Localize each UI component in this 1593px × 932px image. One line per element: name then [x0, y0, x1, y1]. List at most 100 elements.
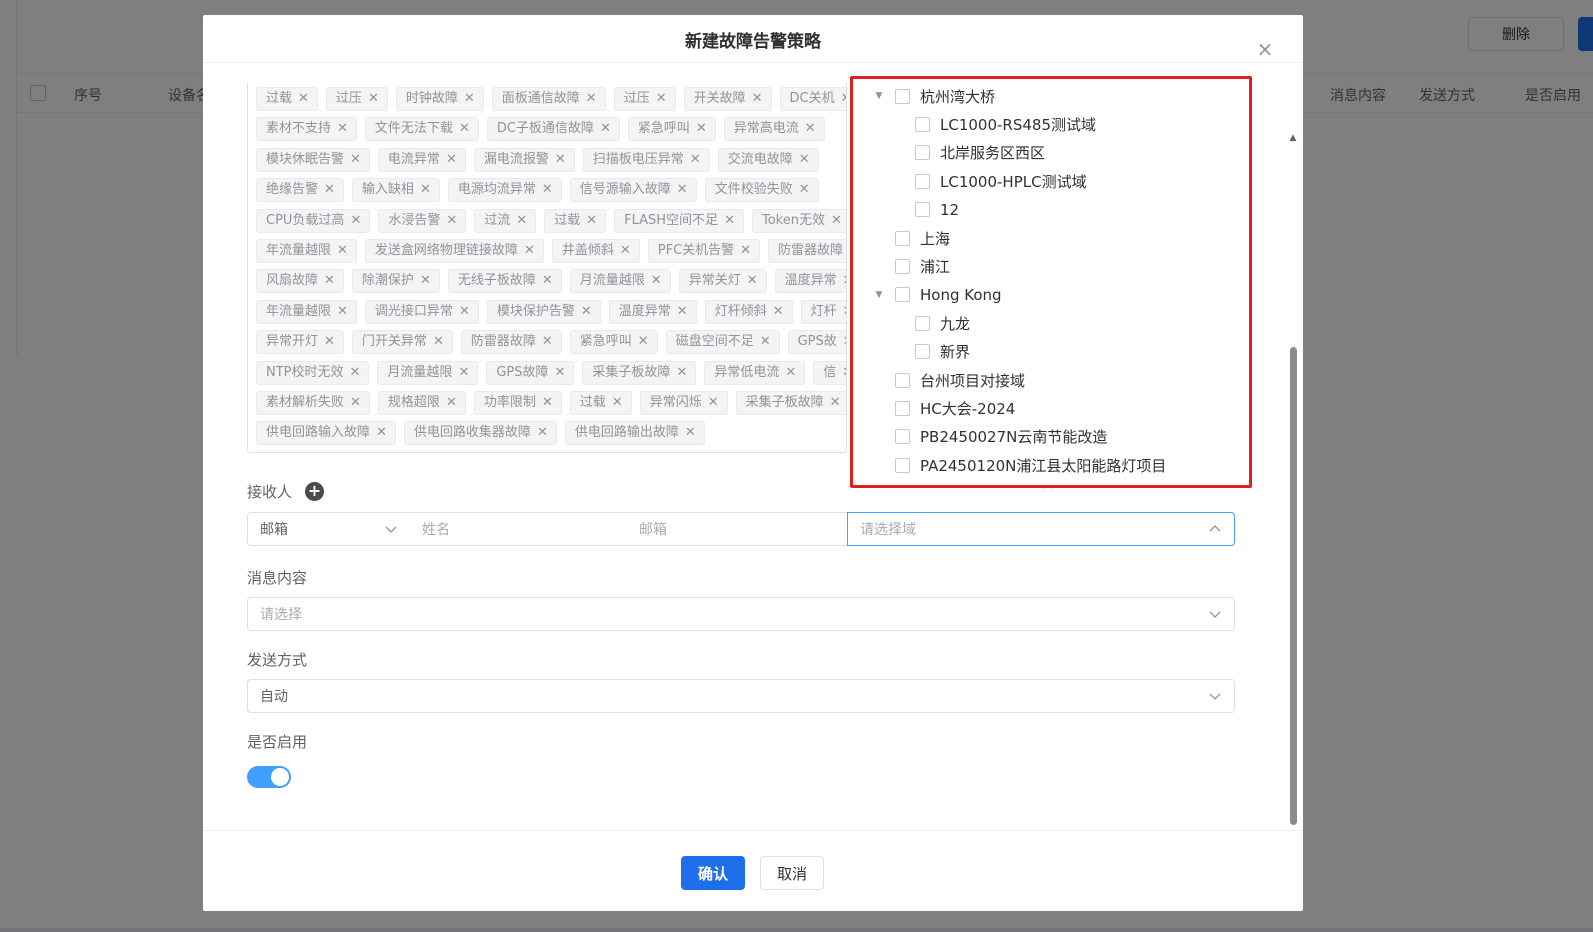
tree-node[interactable]: 浦江 — [873, 253, 950, 279]
tree-node-checkbox[interactable] — [915, 202, 930, 218]
tag-close-icon[interactable]: ✕ — [638, 331, 649, 353]
tag-close-icon[interactable]: ✕ — [324, 270, 335, 292]
tag-close-icon[interactable]: ✕ — [537, 422, 548, 444]
tree-node[interactable]: ▼ 杭州湾大桥 — [873, 83, 995, 109]
tag-close-icon[interactable]: ✕ — [446, 149, 457, 171]
tag-close-icon[interactable]: ✕ — [676, 362, 687, 384]
tag-close-icon[interactable]: ✕ — [324, 179, 335, 201]
domain-select[interactable]: 请选择域 — [847, 512, 1235, 546]
tree-node-checkbox[interactable] — [915, 315, 930, 331]
receiver-name-input[interactable]: 姓名 — [410, 512, 628, 546]
tag-close-icon[interactable]: ✕ — [690, 149, 701, 171]
tree-node-checkbox[interactable] — [895, 258, 910, 274]
tree-node-checkbox[interactable] — [915, 116, 930, 132]
tree-node-checkbox[interactable] — [895, 88, 910, 104]
tag-close-icon[interactable]: ✕ — [337, 240, 348, 262]
send-method-select[interactable]: 自动 — [247, 679, 1235, 713]
tree-node[interactable]: 上海 — [873, 225, 950, 251]
tag-close-icon[interactable]: ✕ — [581, 301, 592, 323]
tree-node-checkbox[interactable] — [895, 400, 910, 416]
tag-close-icon[interactable]: ✕ — [376, 422, 387, 444]
tag-close-icon[interactable]: ✕ — [337, 301, 348, 323]
tag-close-icon[interactable]: ✕ — [433, 331, 444, 353]
tag-close-icon[interactable]: ✕ — [368, 88, 379, 110]
tree-node[interactable]: PB2450027N云南节能改造 — [873, 424, 1107, 450]
tree-node-checkbox[interactable] — [895, 457, 910, 473]
scroll-up-icon[interactable]: ▲ — [1288, 133, 1298, 143]
tag-close-icon[interactable]: ✕ — [458, 362, 469, 384]
tag-close-icon[interactable]: ✕ — [831, 210, 842, 232]
tag-close-icon[interactable]: ✕ — [842, 362, 846, 384]
receiver-type-select[interactable]: 邮箱 — [247, 512, 411, 546]
tag-close-icon[interactable]: ✕ — [830, 392, 841, 414]
tree-node[interactable]: LC1000-HPLC测试域 — [893, 168, 1087, 194]
tag-close-icon[interactable]: ✕ — [600, 118, 611, 140]
tag-close-icon[interactable]: ✕ — [324, 331, 335, 353]
tag-close-icon[interactable]: ✕ — [773, 301, 784, 323]
tag-close-icon[interactable]: ✕ — [677, 301, 688, 323]
tag-close-icon[interactable]: ✕ — [752, 88, 763, 110]
tag-close-icon[interactable]: ✕ — [805, 118, 816, 140]
tag-close-icon[interactable]: ✕ — [685, 422, 696, 444]
tag-close-icon[interactable]: ✕ — [524, 240, 535, 262]
tree-node[interactable]: 北岸服务区西区 — [893, 140, 1045, 166]
tag-close-icon[interactable]: ✕ — [542, 270, 553, 292]
close-icon[interactable]: × — [1256, 39, 1274, 59]
tag-close-icon[interactable]: ✕ — [708, 392, 719, 414]
confirm-button[interactable]: 确认 — [681, 856, 745, 890]
tree-node[interactable]: 九龙 — [893, 310, 970, 336]
tree-node-checkbox[interactable] — [915, 344, 930, 360]
tag-close-icon[interactable]: ✕ — [696, 118, 707, 140]
scrollbar-thumb[interactable] — [1290, 347, 1297, 825]
tag-close-icon[interactable]: ✕ — [420, 270, 431, 292]
fault-tag-selector[interactable]: 过载✕过压✕时钟故障✕面板通信故障✕过压✕开关故障✕DC关机✕素材不支持✕文件无… — [247, 83, 847, 453]
tree-node[interactable]: 台州项目对接域 — [873, 367, 1025, 393]
tag-close-icon[interactable]: ✕ — [464, 88, 475, 110]
tag-close-icon[interactable]: ✕ — [555, 149, 566, 171]
tag-close-icon[interactable]: ✕ — [799, 179, 810, 201]
tree-node-checkbox[interactable] — [895, 372, 910, 388]
tag-close-icon[interactable]: ✕ — [612, 392, 623, 414]
tree-node-checkbox[interactable] — [895, 287, 910, 303]
tag-close-icon[interactable]: ✕ — [843, 270, 846, 292]
enabled-switch[interactable] — [247, 766, 291, 788]
tree-node[interactable]: 12 — [893, 197, 959, 223]
tag-close-icon[interactable]: ✕ — [446, 392, 457, 414]
tag-close-icon[interactable]: ✕ — [586, 88, 597, 110]
tag-close-icon[interactable]: ✕ — [677, 179, 688, 201]
tree-node-checkbox[interactable] — [915, 173, 930, 189]
caret-down-icon[interactable]: ▼ — [873, 290, 885, 300]
tag-close-icon[interactable]: ✕ — [740, 240, 751, 262]
tag-close-icon[interactable]: ✕ — [516, 210, 527, 232]
tag-close-icon[interactable]: ✕ — [843, 301, 846, 323]
tag-close-icon[interactable]: ✕ — [799, 149, 810, 171]
tree-node-checkbox[interactable] — [895, 230, 910, 246]
tag-close-icon[interactable]: ✕ — [350, 149, 361, 171]
tag-close-icon[interactable]: ✕ — [620, 240, 631, 262]
tag-close-icon[interactable]: ✕ — [542, 331, 553, 353]
cancel-button[interactable]: 取消 — [760, 856, 824, 890]
tag-close-icon[interactable]: ✕ — [841, 88, 846, 110]
tag-close-icon[interactable]: ✕ — [760, 331, 771, 353]
tag-close-icon[interactable]: ✕ — [843, 331, 846, 353]
tag-close-icon[interactable]: ✕ — [785, 362, 796, 384]
tag-close-icon[interactable]: ✕ — [747, 270, 758, 292]
tree-node-checkbox[interactable] — [915, 145, 930, 161]
tag-close-icon[interactable]: ✕ — [350, 210, 361, 232]
tag-close-icon[interactable]: ✕ — [350, 362, 361, 384]
tag-close-icon[interactable]: ✕ — [542, 179, 553, 201]
tree-node[interactable]: HC大会-2024 — [873, 395, 1015, 421]
receiver-email-input[interactable]: 邮箱 — [627, 512, 849, 546]
tag-close-icon[interactable]: ✕ — [555, 362, 566, 384]
tag-close-icon[interactable]: ✕ — [459, 118, 470, 140]
tag-close-icon[interactable]: ✕ — [724, 210, 735, 232]
tag-close-icon[interactable]: ✕ — [446, 210, 457, 232]
tag-close-icon[interactable]: ✕ — [350, 392, 361, 414]
tag-close-icon[interactable]: ✕ — [459, 301, 470, 323]
tag-close-icon[interactable]: ✕ — [337, 118, 348, 140]
tree-node[interactable]: 新界 — [893, 339, 970, 365]
tree-node[interactable]: LC1000-RS485测试域 — [893, 111, 1096, 137]
tag-close-icon[interactable]: ✕ — [542, 392, 553, 414]
message-select[interactable]: 请选择 — [247, 597, 1235, 631]
tag-close-icon[interactable]: ✕ — [651, 270, 662, 292]
